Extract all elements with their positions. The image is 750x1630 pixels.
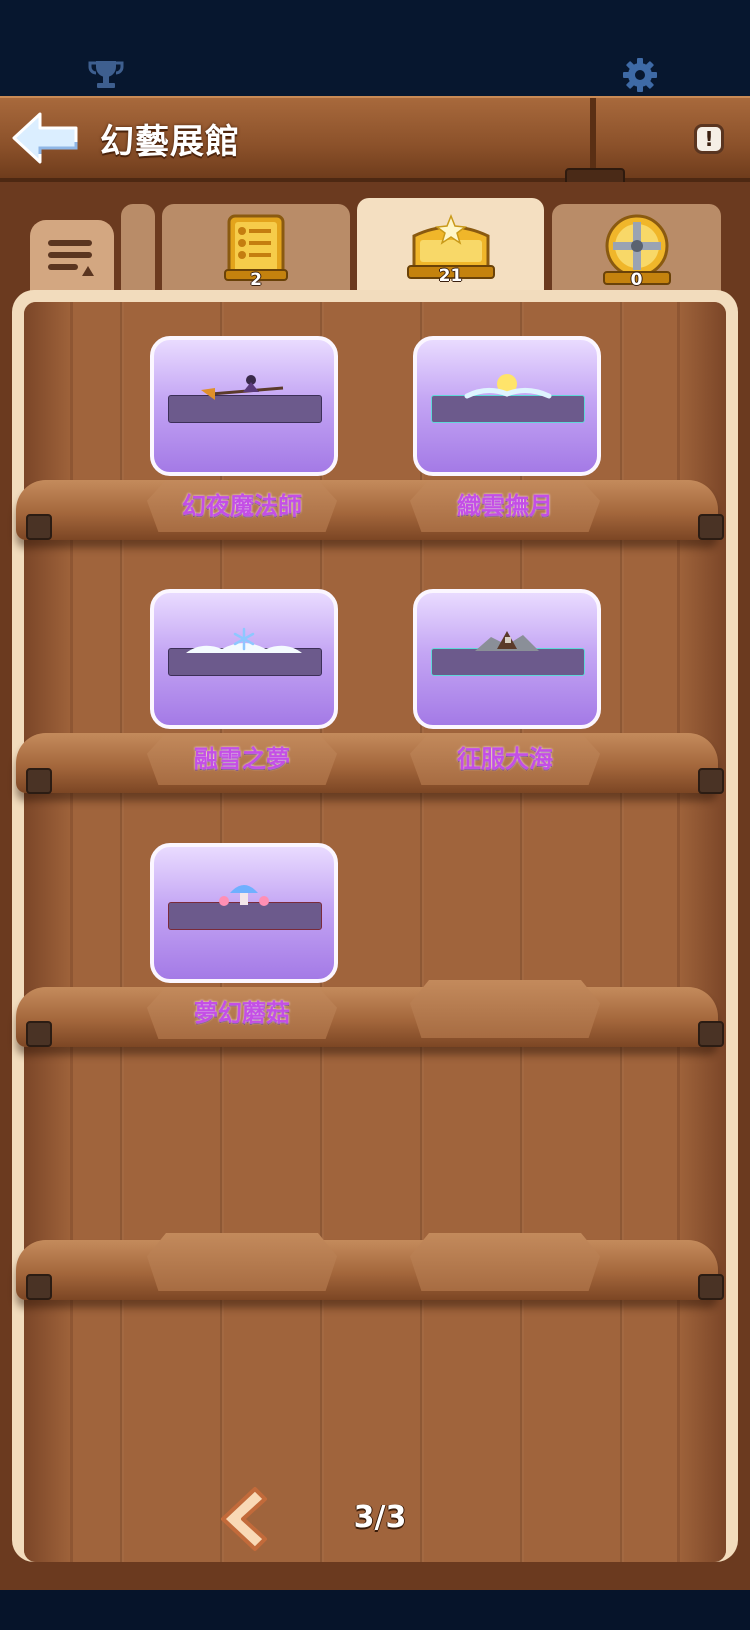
empty-plaque [410, 980, 600, 1038]
shelf-bracket [26, 768, 52, 794]
shelf-bracket [698, 1274, 724, 1300]
back-arrow-icon[interactable] [10, 110, 80, 166]
empty-plaque [147, 1233, 337, 1291]
shelf-3 [16, 987, 718, 1047]
header-seam [590, 98, 596, 178]
shelf-bracket [26, 1021, 52, 1047]
page-title: 幻藝展館 [100, 122, 240, 162]
tab-medal-count: 0 [630, 270, 643, 290]
shelf-bracket [698, 1021, 724, 1047]
witch-broom-icon [201, 375, 284, 400]
previous-page-button[interactable] [215, 1485, 269, 1553]
tab-chest-count: 21 [438, 266, 463, 286]
tab-list[interactable]: 2 [162, 204, 350, 292]
exhibit-label-1: 幻夜魔法師 [182, 492, 302, 520]
top-nav-bar [0, 0, 750, 96]
exhibit-card-3[interactable] [150, 589, 338, 729]
exhibit-card-4[interactable] [413, 589, 601, 729]
bottom-bar [0, 1590, 750, 1630]
exhibit-label-4: 征服大海 [457, 745, 553, 773]
sort-list-icon [48, 240, 94, 276]
shelf-bracket [26, 514, 52, 540]
page-indicator: 3/3 [353, 1500, 407, 1535]
tab-list-count: 2 [250, 270, 262, 290]
gear-icon[interactable] [620, 55, 660, 95]
info-button[interactable]: ! [694, 124, 724, 154]
exhibit-label-3: 融雪之夢 [194, 745, 290, 773]
tab-medal[interactable]: 0 [552, 204, 721, 292]
exhibit-card-5[interactable] [150, 843, 338, 983]
trophy-icon[interactable] [86, 55, 126, 95]
shelf-bracket [698, 514, 724, 540]
shelf-bracket [698, 768, 724, 794]
snowflake-cloud-icon [186, 627, 302, 653]
moon-cloud-icon [464, 374, 552, 399]
tab-divider-strip [121, 204, 155, 292]
mushroom-icon [219, 885, 269, 906]
sort-filter-button[interactable] [30, 220, 114, 292]
shelf-bracket [26, 1274, 52, 1300]
ship-waves-icon [475, 631, 539, 651]
empty-plaque [410, 1233, 600, 1291]
shelf-2 [16, 733, 718, 793]
exhibit-label-5: 夢幻蘑菇 [194, 999, 290, 1027]
exhibit-card-2[interactable] [413, 336, 601, 476]
shelf-1 [16, 480, 718, 540]
exhibit-card-1[interactable] [150, 336, 338, 476]
shelf-4 [16, 1240, 718, 1300]
exhibit-label-2: 織雲撫月 [457, 492, 553, 520]
tab-chest[interactable]: 21 [357, 198, 544, 294]
